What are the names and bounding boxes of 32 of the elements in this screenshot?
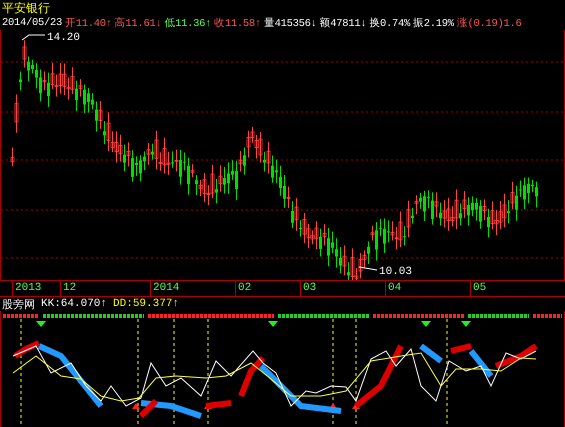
triangle-marker-icon — [352, 403, 360, 409]
time-axis-label: 02 — [235, 281, 252, 296]
triangle-marker-icon — [132, 403, 140, 409]
quote-value: 振2.19% — [413, 16, 454, 30]
triangle-marker-icon — [421, 321, 431, 327]
triangle-marker-icon — [461, 321, 471, 327]
quote-value: 换0.74% — [369, 16, 410, 30]
low-price-label: 10.03 — [379, 266, 412, 278]
quote-value: 收11.58↑ — [214, 16, 261, 30]
quote-value: 高11.61↓ — [114, 16, 162, 30]
quote-value: 量415356↓ — [264, 16, 317, 30]
time-axis-label: 05 — [470, 281, 486, 296]
quote-value: 低11.36↑ — [164, 16, 212, 30]
triangle-marker-icon — [329, 403, 337, 409]
indicator-value: DD:59.377↑ — [113, 298, 180, 310]
time-axis-label: 2014 — [150, 281, 180, 296]
quote-date: 2014/05/23 — [2, 16, 62, 28]
high-price-label: 14.20 — [47, 32, 80, 44]
indicator-name: 股旁网 — [2, 296, 35, 312]
time-axis-label: 2013 — [12, 281, 42, 296]
time-axis-label: 03 — [300, 281, 316, 296]
indicator-value: KK:64.070↑ — [41, 298, 108, 310]
leader-line — [358, 266, 378, 270]
quote-value: 开11.40↑ — [65, 16, 112, 30]
time-axis-label: 12 — [60, 281, 76, 296]
time-axis-label: 04 — [385, 281, 402, 296]
triangle-marker-icon — [268, 321, 278, 327]
triangle-marker-icon — [36, 321, 46, 327]
quote-value: 涨(0.19)1.6 — [456, 16, 522, 30]
leader-line — [22, 34, 46, 40]
quote-value: 额47811↓ — [320, 16, 366, 30]
stock-name: 平安银行 — [2, 0, 50, 14]
